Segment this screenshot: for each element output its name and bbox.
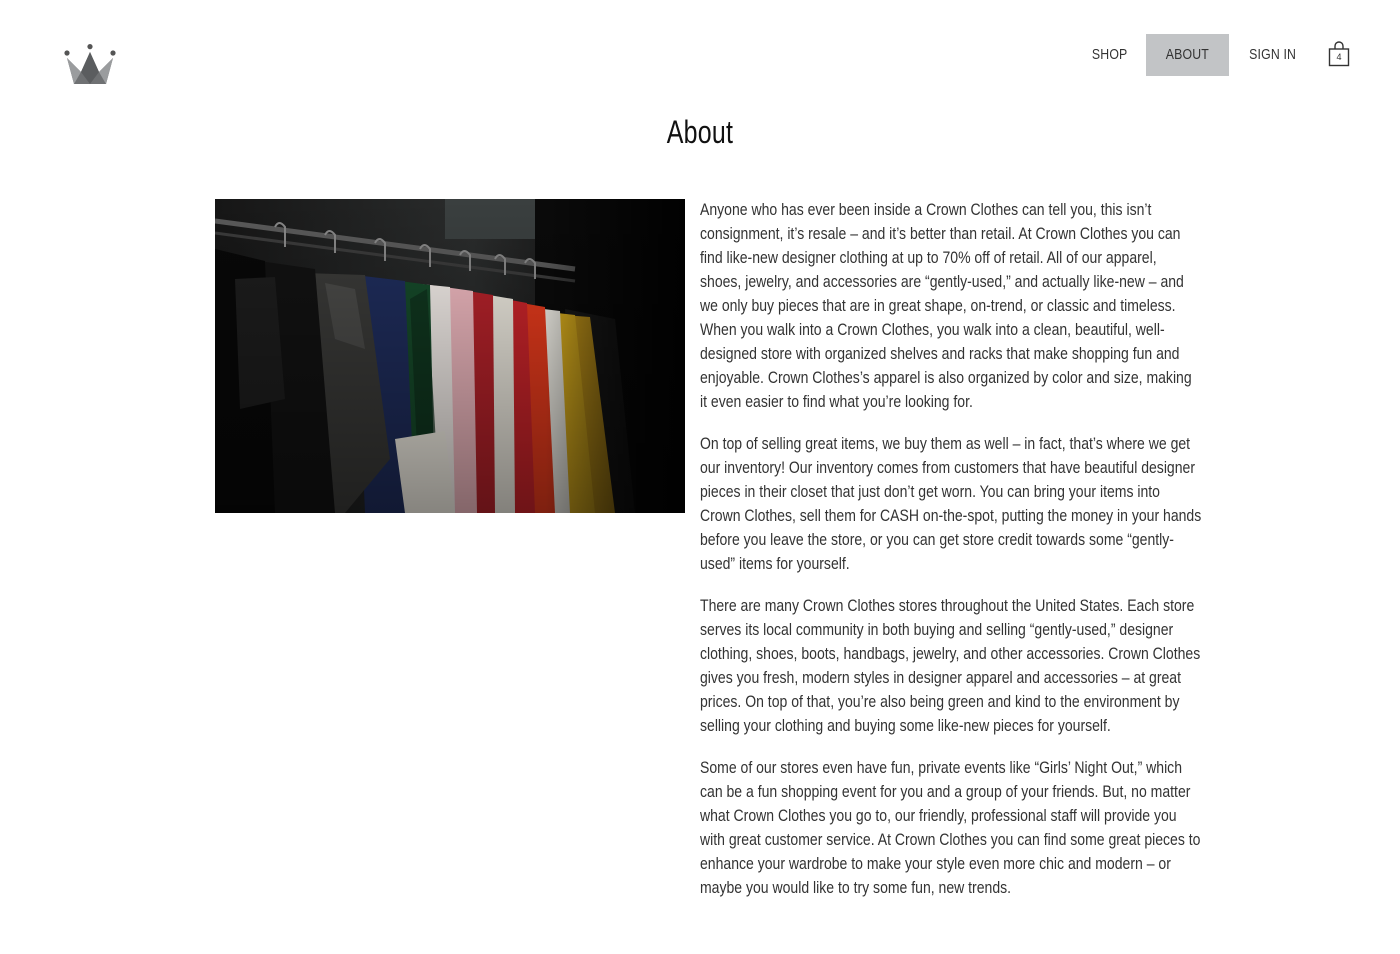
cart-button[interactable]: 4	[1328, 41, 1352, 69]
nav-link-about[interactable]: ABOUT	[1154, 34, 1222, 76]
crown-logo[interactable]	[64, 44, 116, 86]
crown-icon	[64, 44, 116, 84]
nav-link-shop[interactable]: SHOP	[1079, 34, 1139, 76]
about-text: Anyone who has ever been inside a Crown …	[700, 198, 1210, 918]
clothing-rack-photo	[215, 199, 685, 513]
page-title: About	[666, 114, 734, 150]
about-paragraph-1: Anyone who has ever been inside a Crown …	[700, 201, 1192, 411]
nav-item-sign-in[interactable]: SIGN IN	[1229, 34, 1316, 76]
nav-link-sign-in[interactable]: SIGN IN	[1237, 34, 1309, 76]
about-paragraph-4: Some of our stores even have fun, privat…	[700, 759, 1201, 897]
main-nav: SHOP ABOUT SIGN IN 4	[1073, 34, 1352, 76]
cart-count-badge: 4	[1336, 52, 1342, 62]
about-paragraph-2: On top of selling great items, we buy th…	[700, 435, 1202, 573]
nav-item-about[interactable]: ABOUT	[1146, 34, 1229, 76]
nav-item-shop[interactable]: SHOP	[1073, 34, 1146, 76]
about-paragraph-3: There are many Crown Clothes stores thro…	[700, 597, 1201, 735]
clothing-rack-image	[215, 199, 685, 513]
about-page: SHOP ABOUT SIGN IN 4 About Anyone who ha…	[0, 0, 1400, 954]
